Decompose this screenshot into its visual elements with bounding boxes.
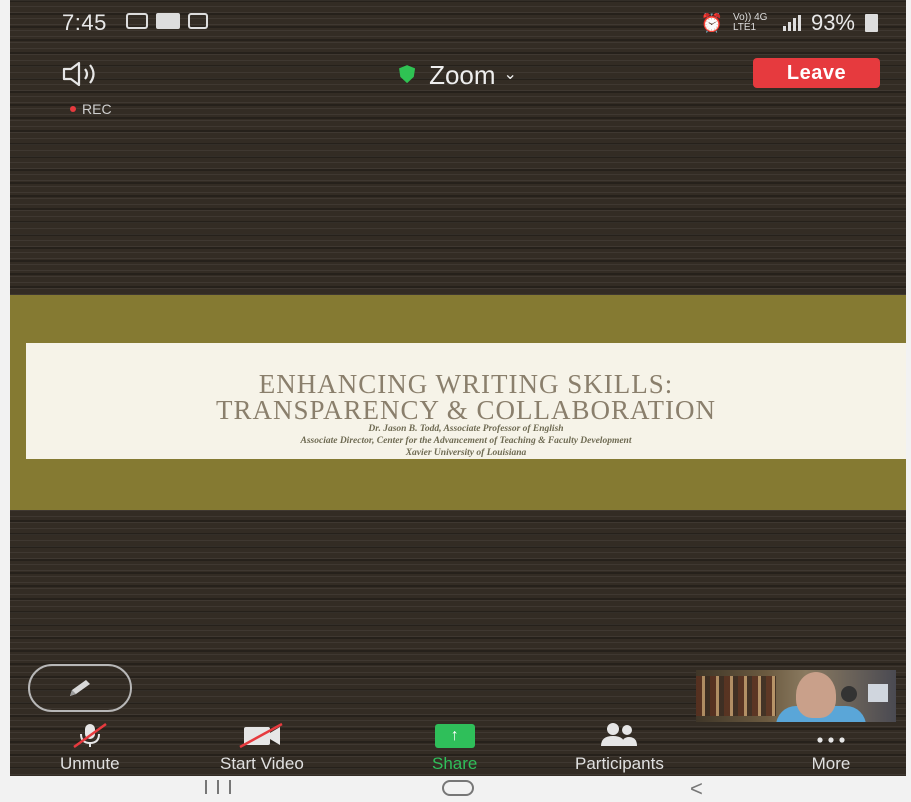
- headset: [841, 686, 857, 702]
- slide-title-line2: TRANSPARENCY & COLLABORATION: [215, 395, 717, 425]
- slide-title-card: ENHANCING WRITING SKILLS: TRANSPARENCY &…: [26, 343, 906, 459]
- pencil-icon: [70, 680, 90, 696]
- mic-muted-icon: [70, 722, 110, 748]
- bookshelf-background: [696, 676, 776, 716]
- image-notification-icon: [188, 13, 208, 29]
- participants-button[interactable]: Participants: [575, 722, 664, 774]
- participants-label: Participants: [575, 754, 664, 773]
- background-object: [868, 684, 888, 702]
- slide-affiliation: Associate Director, Center for the Advan…: [300, 436, 632, 446]
- self-video-thumbnail[interactable]: [696, 670, 896, 722]
- video-notification-icon: [156, 13, 180, 29]
- recents-icon[interactable]: [205, 780, 231, 796]
- rec-label: REC: [82, 101, 112, 117]
- unmute-label: Unmute: [60, 754, 120, 773]
- android-nav-bar: <: [0, 776, 911, 802]
- chevron-down-icon: ⌄: [503, 66, 517, 84]
- network-indicator: Vo)) 4G LTE1: [732, 12, 768, 33]
- recording-dot-icon: [70, 106, 76, 112]
- start-video-button[interactable]: Start Video: [220, 722, 304, 774]
- battery-percent: 93%: [810, 10, 855, 35]
- zoom-meeting-screen: 7:45 ⏰ Vo)) 4G LTE1 93% Zoom ⌄ Leave REC: [10, 0, 906, 776]
- annotate-button[interactable]: [28, 664, 132, 712]
- share-button[interactable]: ↑ Share: [432, 722, 477, 774]
- video-off-icon: [234, 722, 290, 748]
- slide-author: Dr. Jason B. Todd, Associate Professor o…: [368, 424, 564, 434]
- more-dots-icon: [811, 722, 851, 748]
- slide-title: ENHANCING WRITING SKILLS: TRANSPARENCY &…: [26, 369, 906, 425]
- more-label: More: [811, 754, 851, 773]
- leave-button[interactable]: Leave: [753, 58, 880, 88]
- unmute-button[interactable]: Unmute: [60, 722, 120, 774]
- home-icon[interactable]: [442, 780, 474, 796]
- more-button[interactable]: More: [811, 722, 851, 774]
- meeting-toolbar: Unmute Start Video ↑ Share Participants …: [10, 722, 906, 776]
- signal-icon: [782, 15, 801, 31]
- battery-icon: [865, 14, 878, 32]
- encryption-shield-icon: [399, 65, 416, 84]
- back-icon[interactable]: <: [690, 776, 703, 802]
- status-bar: 7:45 ⏰ Vo)) 4G LTE1 93%: [10, 0, 906, 44]
- participant-face: [796, 672, 836, 718]
- slide-title-line1: ENHANCING WRITING SKILLS:: [258, 369, 674, 399]
- shared-screen-slide: ENHANCING WRITING SKILLS: TRANSPARENCY &…: [10, 295, 906, 510]
- notification-icons: [126, 13, 208, 29]
- status-time: 7:45: [62, 10, 107, 35]
- share-up-arrow-icon: ↑: [434, 722, 475, 748]
- share-label: Share: [432, 754, 478, 773]
- start-video-label: Start Video: [220, 754, 304, 773]
- slide-university: Xavier University of Louisiana: [405, 448, 527, 458]
- status-right: ⏰ Vo)) 4G LTE1 93%: [701, 10, 878, 36]
- alarm-icon: ⏰: [700, 12, 723, 33]
- chat-notification-icon: [126, 13, 148, 29]
- recording-indicator: REC: [70, 101, 112, 117]
- meeting-title-text: Zoom: [429, 60, 496, 90]
- participants-icon: [591, 722, 647, 748]
